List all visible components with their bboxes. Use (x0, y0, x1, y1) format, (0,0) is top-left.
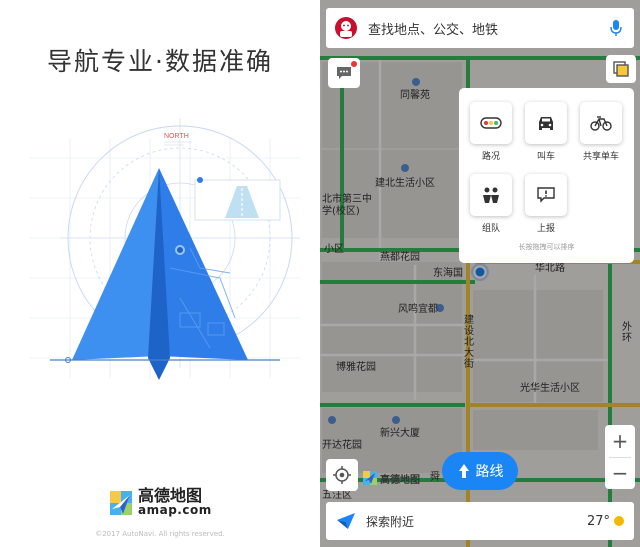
tool-label: 共享单车 (582, 152, 619, 162)
zoom-control: + − (605, 425, 635, 489)
copyright-text: ©2017 AutoNavi. All rights reserved. (95, 530, 225, 538)
unread-dot (351, 61, 357, 67)
sun-icon (614, 516, 624, 526)
brand-logo: 高德地图 amap.com (108, 487, 212, 517)
route-arrow-icon (458, 464, 469, 478)
splash-compass-illustration: NORTH (30, 118, 300, 380)
tool-bike[interactable]: 共享单车 (576, 102, 626, 162)
car-icon (539, 117, 553, 130)
tool-label: 上报 (536, 224, 555, 234)
route-label: 路线 (475, 464, 504, 480)
report-icon (537, 187, 555, 203)
zoom-in-button[interactable]: + (605, 425, 635, 457)
search-input[interactable]: 查找地点、公交、地铁 (368, 19, 604, 38)
tool-traffic[interactable]: 路况 (466, 102, 516, 162)
group-icon (483, 187, 499, 203)
tool-taxi[interactable]: 叫车 (521, 102, 571, 162)
explore-nearby-bar[interactable]: 探索附近 27° (326, 502, 634, 540)
navigation-arrow-icon (337, 513, 355, 529)
splash-screen: 导航专业·数据准确 NORTH 高德地图 amap.com ©2017 Auto… (0, 0, 320, 547)
tool-label: 组队 (481, 224, 500, 234)
layers-button[interactable] (606, 55, 636, 83)
tools-panel: 路况 叫车 共享单车 组队 上报 长按拖拽可以排序 (459, 88, 634, 263)
layers-icon (613, 61, 629, 77)
amap-logo-icon (363, 471, 377, 485)
route-button[interactable]: 路线 (442, 452, 518, 490)
app-root: 导航专业·数据准确 NORTH 高德地图 amap.com ©2017 Auto… (0, 0, 640, 547)
message-button[interactable] (328, 58, 360, 88)
brand-name: 高德地图 (138, 486, 203, 505)
tool-label: 路况 (481, 152, 500, 162)
tool-report[interactable]: 上报 (521, 174, 571, 234)
tools-sort-hint: 长按拖拽可以排序 (518, 243, 575, 251)
zoom-out-button[interactable]: − (605, 457, 635, 489)
splash-headline: 导航专业·数据准确 (47, 47, 273, 76)
north-label: NORTH (164, 133, 189, 140)
search-bar[interactable]: 查找地点、公交、地铁 (326, 8, 634, 48)
brand-domain: amap.com (138, 503, 212, 517)
tool-team[interactable]: 组队 (466, 174, 516, 234)
mic-icon[interactable] (604, 19, 628, 37)
bicycle-icon (590, 116, 612, 131)
avatar-icon[interactable] (334, 16, 358, 40)
map-screen: 同馨苑 建北生活小区 北市第三中学(校区) 小区 燕都花园 东海国 华北路 风鸣… (320, 0, 640, 547)
map-brand-logo: 高德地图 (363, 470, 420, 486)
amap-logo-icon (110, 491, 132, 515)
locate-icon (333, 466, 351, 484)
tool-label: 叫车 (536, 152, 555, 162)
message-icon (337, 67, 351, 79)
traffic-light-icon (480, 117, 502, 129)
map-logo-text: 高德地图 (380, 474, 420, 486)
temperature: 27° (586, 513, 610, 529)
explore-label: 探索附近 (366, 514, 415, 529)
locate-button[interactable] (326, 459, 358, 491)
